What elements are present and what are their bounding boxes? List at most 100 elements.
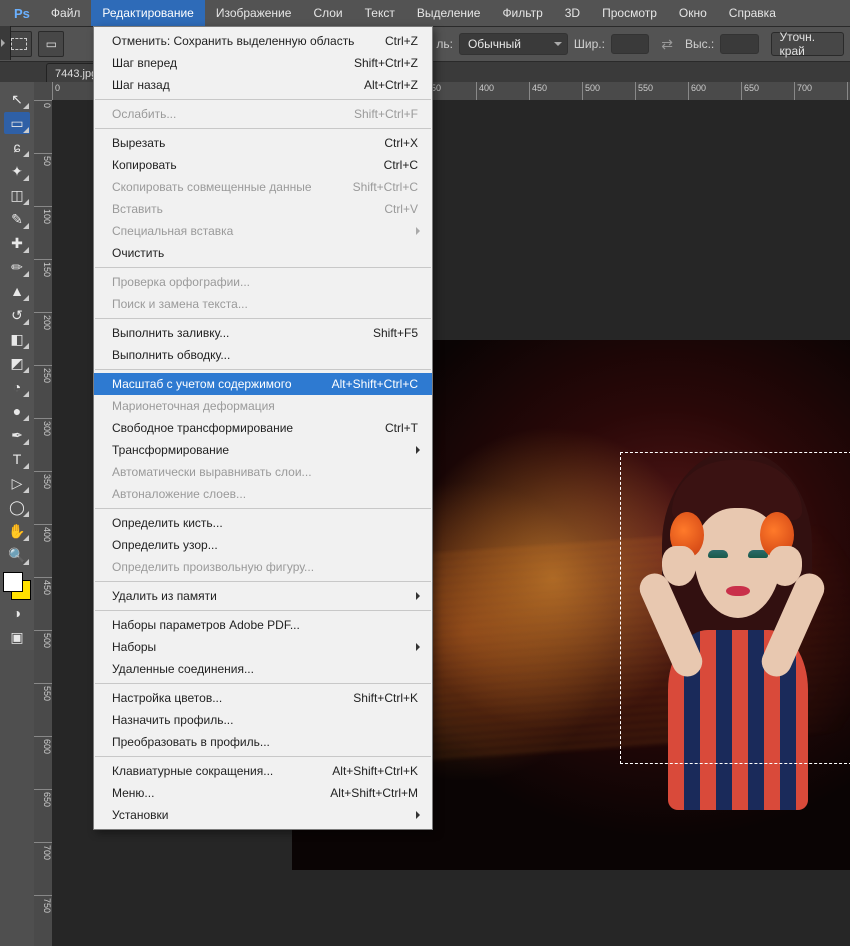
- style-label: ль:: [436, 37, 453, 51]
- menu-separator: [95, 581, 431, 582]
- menu-item[interactable]: Шаг назадAlt+Ctrl+Z: [94, 74, 432, 96]
- menu-item-label: Копировать: [112, 158, 177, 172]
- menu-item-label: Настройка цветов...: [112, 691, 222, 705]
- menu-item[interactable]: Очистить: [94, 242, 432, 264]
- screen-mode-tool[interactable]: ▣: [4, 626, 30, 648]
- magic-wand-tool[interactable]: ✦: [4, 160, 30, 182]
- menu-изображение[interactable]: Изображение: [205, 0, 303, 26]
- menu-item-shortcut: Alt+Shift+Ctrl+C: [332, 377, 418, 391]
- ruler-tick: 50: [34, 153, 52, 206]
- menu-item[interactable]: Отменить: Сохранить выделенную областьCt…: [94, 30, 432, 52]
- menu-separator: [95, 610, 431, 611]
- menu-item[interactable]: Масштаб с учетом содержимогоAlt+Shift+Ct…: [94, 373, 432, 395]
- ruler-origin[interactable]: [34, 82, 53, 101]
- brush-tool[interactable]: ✏: [4, 256, 30, 278]
- marquee-tool[interactable]: ▭: [4, 112, 30, 134]
- menu-item[interactable]: Определить кисть...: [94, 512, 432, 534]
- menu-item[interactable]: Выполнить заливку...Shift+F5: [94, 322, 432, 344]
- history-brush-tool[interactable]: ↺: [4, 304, 30, 326]
- selection-mode-new[interactable]: ▭: [38, 31, 64, 57]
- move-tool[interactable]: ↖: [4, 88, 30, 110]
- menu-item[interactable]: Удалить из памяти: [94, 585, 432, 607]
- menu-item[interactable]: Наборы: [94, 636, 432, 658]
- ruler-tick: 0: [34, 100, 52, 153]
- panel-toggle-icon[interactable]: [0, 26, 11, 60]
- hand-tool[interactable]: ✋: [4, 520, 30, 542]
- type-tool[interactable]: T: [4, 448, 30, 470]
- document-tab-label: 7443.jpg: [55, 68, 97, 80]
- toolbox: ↖▭ɕ✦◫✎✚✏▲↺◧◩◔●✒T▷◯✋🔍 ◑▣: [0, 82, 35, 650]
- menu-item[interactable]: Свободное трансформированиеCtrl+T: [94, 417, 432, 439]
- menu-item[interactable]: Выполнить обводку...: [94, 344, 432, 366]
- ruler-tick: 600: [688, 82, 741, 100]
- ruler-tick: 750: [34, 895, 52, 946]
- menu-item-shortcut: Ctrl+V: [384, 202, 418, 216]
- menu-item-shortcut: Alt+Ctrl+Z: [364, 78, 418, 92]
- eyedropper-tool[interactable]: ✎: [4, 208, 30, 230]
- menu-item-label: Определить произвольную фигуру...: [112, 560, 314, 574]
- ruler-tick: 100: [34, 206, 52, 259]
- menu-item[interactable]: Шаг впередShift+Ctrl+Z: [94, 52, 432, 74]
- menu-item[interactable]: Меню...Alt+Shift+Ctrl+M: [94, 782, 432, 804]
- eraser-tool[interactable]: ◧: [4, 328, 30, 350]
- ruler-tick: 650: [741, 82, 794, 100]
- shape-tool[interactable]: ◯: [4, 496, 30, 518]
- ruler-tick: 650: [34, 789, 52, 842]
- swap-dimensions-icon[interactable]: ⇄: [655, 36, 679, 53]
- menu-выделение[interactable]: Выделение: [406, 0, 492, 26]
- menu-item-label: Назначить профиль...: [112, 713, 233, 727]
- menu-item[interactable]: Преобразовать в профиль...: [94, 731, 432, 753]
- menu-окно[interactable]: Окно: [668, 0, 718, 26]
- menu-редактирование[interactable]: Редактирование: [91, 0, 204, 26]
- menu-item[interactable]: Удаленные соединения...: [94, 658, 432, 680]
- menu-item[interactable]: Назначить профиль...: [94, 709, 432, 731]
- crop-tool[interactable]: ◫: [4, 184, 30, 206]
- menu-item[interactable]: Установки: [94, 804, 432, 826]
- menu-item[interactable]: Копировать Ctrl+C: [94, 154, 432, 176]
- width-input[interactable]: [611, 34, 649, 54]
- menu-item-shortcut: Ctrl+C: [384, 158, 418, 172]
- ruler-tick: 250: [34, 365, 52, 418]
- lasso-tool[interactable]: ɕ: [4, 136, 30, 158]
- menu-item-label: Определить кисть...: [112, 516, 223, 530]
- ruler-tick: 400: [34, 524, 52, 577]
- healing-brush-tool[interactable]: ✚: [4, 232, 30, 254]
- height-input[interactable]: [720, 34, 758, 54]
- quick-mask-tool[interactable]: ◑: [4, 602, 30, 624]
- menu-item-label: Шаг вперед: [112, 56, 177, 70]
- menu-текст[interactable]: Текст: [354, 0, 406, 26]
- refine-edge-button[interactable]: Уточн. край: [771, 32, 845, 56]
- foreground-color-swatch[interactable]: [3, 572, 23, 592]
- zoom-tool[interactable]: 🔍: [4, 544, 30, 566]
- style-dropdown[interactable]: Обычный: [459, 33, 568, 55]
- menu-слои[interactable]: Слои: [302, 0, 353, 26]
- menubar: Ps ФайлРедактированиеИзображениеСлоиТекс…: [0, 0, 850, 27]
- pen-tool[interactable]: ✒: [4, 424, 30, 446]
- menu-item[interactable]: Определить узор...: [94, 534, 432, 556]
- menu-3d[interactable]: 3D: [554, 0, 591, 26]
- menu-item[interactable]: Трансформирование: [94, 439, 432, 461]
- menu-item: Определить произвольную фигуру...: [94, 556, 432, 578]
- path-selection-tool[interactable]: ▷: [4, 472, 30, 494]
- menu-item-label: Вырезать: [112, 136, 165, 150]
- menu-item: Марионеточная деформация: [94, 395, 432, 417]
- menu-item: ВставитьCtrl+V: [94, 198, 432, 220]
- dodge-tool[interactable]: ●: [4, 400, 30, 422]
- menu-separator: [95, 99, 431, 100]
- color-swatches[interactable]: [3, 572, 31, 600]
- ruler-tick: 500: [582, 82, 635, 100]
- menu-item-label: Скопировать совмещенные данные: [112, 180, 312, 194]
- menu-item[interactable]: ВырезатьCtrl+X: [94, 132, 432, 154]
- menu-item[interactable]: Наборы параметров Adobe PDF...: [94, 614, 432, 636]
- ruler-tick: 500: [34, 630, 52, 683]
- blur-tool[interactable]: ◔: [4, 376, 30, 398]
- gradient-tool[interactable]: ◩: [4, 352, 30, 374]
- menu-item[interactable]: Настройка цветов...Shift+Ctrl+K: [94, 687, 432, 709]
- clone-stamp-tool[interactable]: ▲: [4, 280, 30, 302]
- menu-фильтр[interactable]: Фильтр: [491, 0, 553, 26]
- menu-просмотр[interactable]: Просмотр: [591, 0, 668, 26]
- menu-item[interactable]: Клавиатурные сокращения...Alt+Shift+Ctrl…: [94, 760, 432, 782]
- menu-файл[interactable]: Файл: [40, 0, 92, 26]
- menu-справка[interactable]: Справка: [718, 0, 787, 26]
- ruler-tick: 400: [476, 82, 529, 100]
